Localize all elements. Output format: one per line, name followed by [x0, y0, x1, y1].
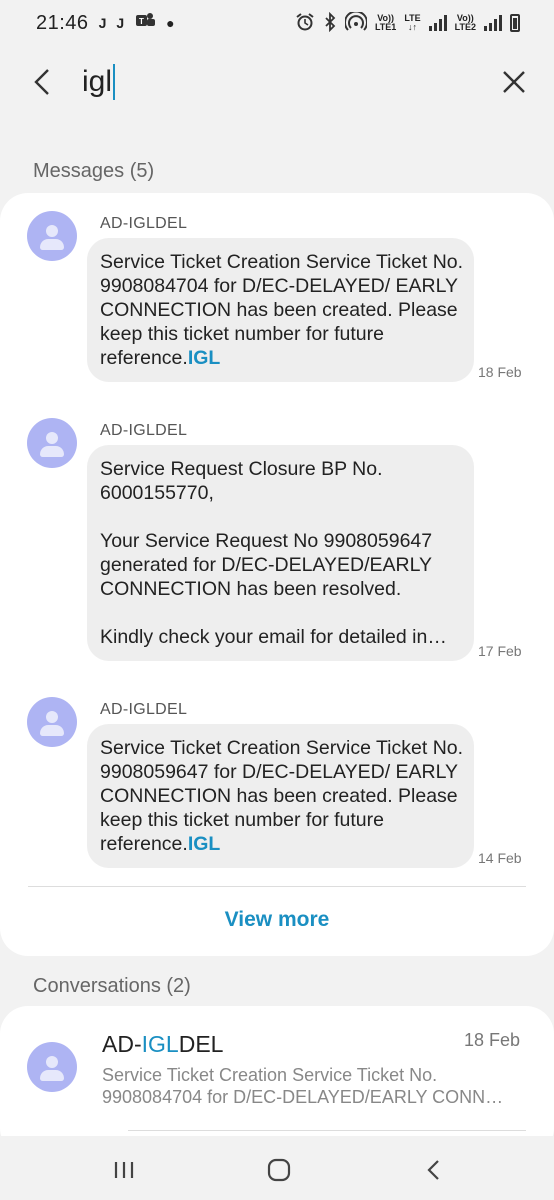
- message-sender: AD-IGLDEL: [100, 215, 188, 232]
- nav-back-button[interactable]: [420, 1156, 450, 1184]
- conversations-section-header: Conversations (2): [33, 975, 191, 997]
- lte-label: LTE ↓↑: [404, 13, 421, 32]
- message-date: 14 Feb: [478, 850, 522, 866]
- status-bar: 21:46 J J T ● Vo)) LTE1 LTE ↓↑ Vo)) LTE2: [0, 0, 554, 46]
- clear-search-button[interactable]: [496, 64, 532, 100]
- messages-card: AD-IGLDEL Service Ticket Creation Servic…: [0, 193, 554, 956]
- message-text: Service Request Closure BP No. 600015577…: [100, 458, 447, 648]
- conversation-name: AD-IGLDEL: [102, 1031, 223, 1058]
- conversation-name-suffix: DEL: [178, 1031, 224, 1057]
- message-text: Service Ticket Creation Service Ticket N…: [100, 251, 469, 369]
- search-bar: igl: [0, 52, 554, 112]
- recent-apps-button[interactable]: [110, 1156, 140, 1184]
- highlight-text: IGL: [187, 833, 221, 855]
- avatar: [27, 697, 77, 747]
- alarm-icon: [295, 12, 315, 35]
- view-more-button[interactable]: View more: [0, 908, 554, 932]
- divider: [28, 886, 526, 887]
- network-2-label: Vo)) LTE2: [454, 13, 476, 32]
- recent-apps-icon: [114, 1162, 134, 1178]
- close-icon: [503, 71, 525, 93]
- message-text: Service Ticket Creation Service Ticket N…: [100, 737, 469, 855]
- conversation-name-prefix: AD-: [102, 1031, 142, 1057]
- teams-icon: T: [134, 11, 156, 35]
- message-date: 17 Feb: [478, 643, 522, 659]
- status-left: 21:46 J J T ●: [36, 11, 175, 35]
- status-time: 21:46: [36, 11, 89, 34]
- message-sender: AD-IGLDEL: [100, 701, 188, 718]
- notification-j-icon: J: [116, 15, 125, 31]
- search-query: igl: [82, 65, 113, 98]
- notification-j-icon: J: [98, 15, 107, 31]
- battery-icon: [510, 14, 520, 32]
- avatar: [27, 211, 77, 261]
- back-icon: [427, 1160, 439, 1180]
- navigation-bar: [0, 1136, 554, 1200]
- back-arrow-icon: [34, 69, 49, 95]
- message-bubble: Service Ticket Creation Service Ticket N…: [87, 724, 474, 868]
- network-1-label: Vo)) LTE1: [374, 13, 397, 32]
- hotspot-icon: [343, 10, 368, 35]
- home-icon: [267, 1158, 291, 1182]
- conversation-name-highlight: IGL: [141, 1031, 179, 1057]
- signal-2-icon: [484, 15, 502, 31]
- back-button[interactable]: [28, 62, 64, 102]
- signal-1-icon: [428, 15, 447, 31]
- message-date: 18 Feb: [478, 364, 522, 380]
- text-cursor: [113, 64, 116, 100]
- avatar: [27, 418, 77, 468]
- search-input[interactable]: igl: [82, 60, 442, 104]
- home-button[interactable]: [264, 1156, 294, 1184]
- conversation-item[interactable]: AD-IGLDEL 18 Feb Service Ticket Creation…: [0, 1006, 554, 1136]
- conversation-preview: Service Ticket Creation Service Ticket N…: [102, 1065, 504, 1107]
- divider: [128, 1130, 526, 1131]
- message-bubble: Service Ticket Creation Service Ticket N…: [87, 238, 474, 382]
- avatar: [27, 1042, 77, 1092]
- messages-section-header: Messages (5): [33, 160, 155, 182]
- conversation-date: 18 Feb: [464, 1030, 521, 1050]
- highlight-text: IGL: [187, 347, 221, 369]
- message-sender: AD-IGLDEL: [100, 422, 188, 439]
- more-notifications-dot-icon: ●: [166, 15, 175, 31]
- conversations-card: AD-IGLDEL 18 Feb Service Ticket Creation…: [0, 1006, 554, 1156]
- svg-text:T: T: [139, 17, 144, 26]
- status-right: Vo)) LTE1 LTE ↓↑ Vo)) LTE2: [295, 10, 520, 35]
- bluetooth-icon: [323, 11, 337, 35]
- message-bubble: Service Request Closure BP No. 600015577…: [87, 445, 474, 661]
